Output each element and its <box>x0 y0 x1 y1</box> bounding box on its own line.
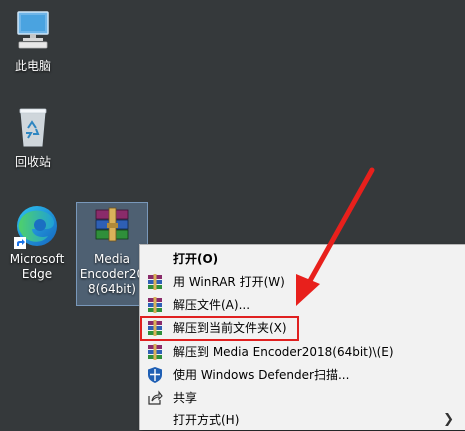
annotation-arrow-icon <box>296 167 375 306</box>
